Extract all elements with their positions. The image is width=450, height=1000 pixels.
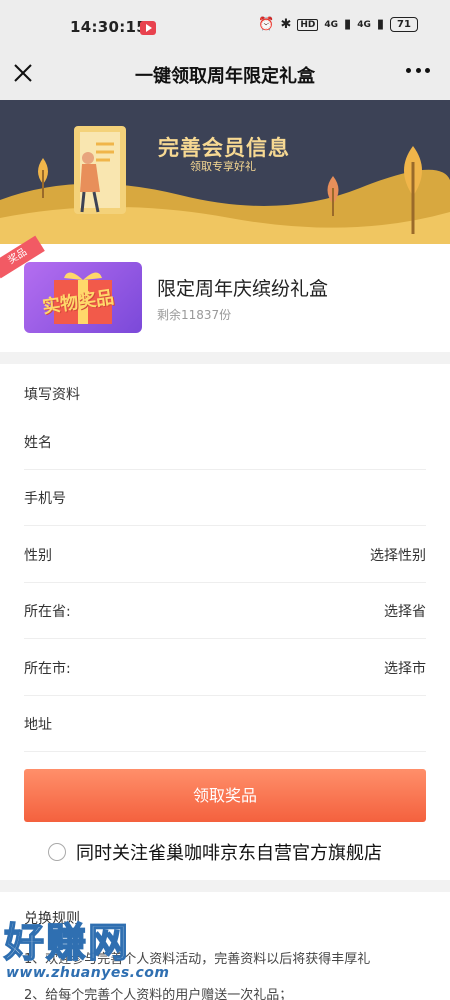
watermark-text: 好赚网 <box>3 919 130 967</box>
form-card: 填写资料 姓名 手机号 性别 选择性别 所在省: 选择省 所在市: 选择市 地址… <box>0 364 450 880</box>
prize-image: 实物奖品 <box>24 262 142 333</box>
city-value[interactable]: 选择市 <box>384 658 426 678</box>
watermark-url: www.zhuanyes.com <box>6 965 170 981</box>
follow-radio-button[interactable] <box>48 843 66 861</box>
status-time: 14:30:15 <box>70 18 148 36</box>
province-select[interactable]: 所在省: 选择省 <box>24 583 426 639</box>
nav-bar: 一键领取周年限定礼盒 <box>0 48 450 100</box>
follow-store-label: 同时关注雀巢咖啡京东自营官方旗舰店 <box>76 843 382 864</box>
prize-card: 奖品 实物奖品 限定周年庆缤纷礼盒 剩余11837份 <box>0 235 450 352</box>
bluetooth-icon: ✱ <box>280 17 292 32</box>
more-icon[interactable] <box>406 68 430 76</box>
form-heading: 填写资料 <box>24 387 80 403</box>
prize-remaining: 剩余11837份 <box>157 308 232 322</box>
status-bar: 14:30:15 ⏰ ✱ HD 4G ▮ 4G ▮ 71 <box>0 0 450 48</box>
gender-label: 性别 <box>24 548 52 564</box>
status-indicators: ⏰ ✱ HD 4G ▮ 4G ▮ 71 <box>258 17 418 32</box>
phone-field[interactable]: 手机号 <box>24 470 426 526</box>
name-field[interactable]: 姓名 <box>24 414 426 470</box>
phone-label: 手机号 <box>24 491 66 507</box>
claim-prize-button[interactable]: 领取奖品 <box>24 769 426 822</box>
gender-select[interactable]: 性别 选择性别 <box>24 527 426 583</box>
name-label: 姓名 <box>24 435 52 451</box>
signal-2-label: 4G <box>357 19 371 30</box>
page-title: 一键领取周年限定礼盒 <box>135 66 315 87</box>
banner: 完善会员信息 领取专享好礼 <box>0 100 450 244</box>
gender-value[interactable]: 选择性别 <box>370 545 426 565</box>
signal-2-icon: ▮ <box>376 17 384 32</box>
city-select[interactable]: 所在市: 选择市 <box>24 640 426 696</box>
alarm-icon: ⏰ <box>258 17 275 32</box>
province-label: 所在省: <box>24 604 71 620</box>
address-label: 地址 <box>24 717 52 733</box>
watermark: 好赚网 www.zhuanyes.com <box>0 910 200 1000</box>
city-label: 所在市: <box>24 661 71 677</box>
hd-badge: HD <box>297 18 319 31</box>
prize-name: 限定周年庆缤纷礼盒 <box>157 278 329 300</box>
follow-store-option[interactable]: 同时关注雀巢咖啡京东自营官方旗舰店 <box>48 839 382 865</box>
signal-1-label: 4G <box>324 19 339 30</box>
banner-subtitle: 领取专享好礼 <box>190 160 256 173</box>
address-field[interactable]: 地址 <box>24 696 426 752</box>
battery-indicator: 71 <box>390 17 418 32</box>
video-app-icon <box>140 21 156 35</box>
signal-1-icon: ▮ <box>344 17 352 32</box>
province-value[interactable]: 选择省 <box>384 601 426 621</box>
